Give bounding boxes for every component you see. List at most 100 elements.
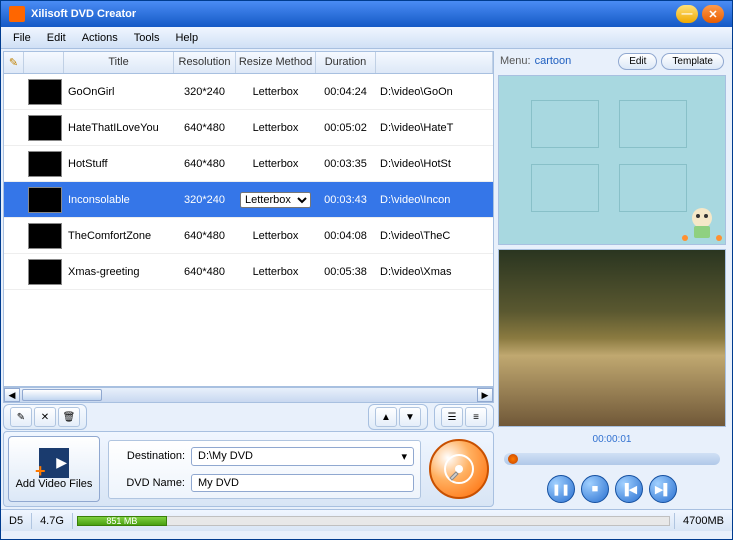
row-resolution: 320*240 — [174, 84, 236, 100]
col-duration[interactable]: Duration — [316, 52, 376, 73]
clear-button[interactable]: 🗑 — [58, 407, 80, 427]
status-bar: D5 4.7G 851 MB 4700MB — [1, 509, 732, 531]
row-duration: 00:04:24 — [316, 84, 376, 100]
table-row[interactable]: HotStuff640*480Letterbox00:03:35D:\video… — [4, 146, 493, 182]
col-edit-icon[interactable]: ✎ — [4, 52, 24, 73]
add-video-label: Add Video Files — [16, 478, 93, 490]
col-resize[interactable]: Resize Method — [236, 52, 316, 73]
row-marker — [4, 270, 24, 274]
chevron-down-icon: ▾ — [401, 450, 407, 463]
table-row[interactable]: HateThatILoveYou640*480Letterbox00:05:02… — [4, 110, 493, 146]
row-marker — [4, 126, 24, 130]
row-title: Inconsolable — [64, 192, 174, 208]
row-resize: Letterbox — [236, 120, 316, 136]
minimize-button[interactable]: — — [676, 5, 698, 23]
row-path: D:\video\Incon — [376, 192, 493, 208]
col-thumb — [24, 52, 64, 73]
video-grid: ✎ Title Resolution Resize Method Duratio… — [3, 51, 494, 387]
menu-edit-button[interactable]: Edit — [618, 53, 657, 70]
resize-select[interactable]: Letterbox — [240, 192, 311, 208]
row-resize: Letterbox — [236, 228, 316, 244]
plus-icon: + — [35, 461, 46, 482]
col-resolution[interactable]: Resolution — [174, 52, 236, 73]
row-duration: 00:03:43 — [316, 192, 376, 208]
burn-button[interactable] — [429, 439, 489, 499]
destination-label: Destination: — [115, 450, 185, 462]
playtime-display: 00:00:01 — [498, 431, 726, 447]
menu-name: cartoon — [535, 55, 572, 67]
table-row[interactable]: Inconsolable320*240Letterbox00:03:43D:\v… — [4, 182, 493, 218]
row-thumb — [24, 77, 64, 107]
table-row[interactable]: GoOnGirl320*240Letterbox00:04:24D:\video… — [4, 74, 493, 110]
row-title: Xmas-greeting — [64, 264, 174, 280]
destination-select[interactable]: D:\My DVD▾ — [191, 447, 414, 466]
next-button[interactable]: ▶▌ — [649, 475, 677, 503]
menubar: File Edit Actions Tools Help — [1, 27, 732, 49]
row-duration: 00:04:08 — [316, 228, 376, 244]
menu-tools[interactable]: Tools — [128, 30, 166, 46]
player-controls: ❚❚ ■ ▐◀ ▶▌ — [498, 471, 726, 507]
output-panel: + Add Video Files Destination: D:\My DVD… — [3, 431, 494, 507]
col-title[interactable]: Title — [64, 52, 174, 73]
h-scrollbar[interactable]: ◀ ▶ — [3, 387, 494, 403]
disc-type[interactable]: D5 — [1, 513, 32, 529]
table-row[interactable]: Xmas-greeting640*480Letterbox00:05:38D:\… — [4, 254, 493, 290]
stop-button[interactable]: ■ — [581, 475, 609, 503]
view-detail-button[interactable]: ≡ — [465, 407, 487, 427]
edit-item-button[interactable]: ✎ — [10, 407, 32, 427]
row-thumb — [24, 113, 64, 143]
scroll-left-icon[interactable]: ◀ — [4, 388, 20, 402]
grid-body: GoOnGirl320*240Letterbox00:04:24D:\video… — [4, 74, 493, 386]
menu-cell — [531, 100, 599, 148]
remove-item-button[interactable]: ✕ — [34, 407, 56, 427]
free-space — [167, 516, 670, 526]
row-resize[interactable]: Letterbox — [236, 190, 316, 210]
menu-panel: Menu: cartoon Edit Template — [498, 51, 726, 71]
film-icon: + — [39, 448, 69, 478]
add-video-button[interactable]: + Add Video Files — [8, 436, 100, 502]
disc-capacity: 4.7G — [32, 513, 73, 529]
scroll-thumb[interactable] — [22, 389, 102, 401]
video-player[interactable] — [498, 249, 726, 427]
menu-actions[interactable]: Actions — [76, 30, 124, 46]
move-up-button[interactable]: ▲ — [375, 407, 397, 427]
seek-bar[interactable] — [504, 453, 720, 465]
col-path[interactable] — [376, 52, 493, 73]
app-title: Xilisoft DVD Creator — [31, 8, 136, 20]
menu-cell — [619, 164, 687, 212]
close-button[interactable]: ✕ — [702, 5, 724, 23]
row-path: D:\video\HotSt — [376, 156, 493, 172]
prev-button[interactable]: ▐◀ — [615, 475, 643, 503]
row-path: D:\video\HateT — [376, 120, 493, 136]
row-resize: Letterbox — [236, 84, 316, 100]
used-space: 851 MB — [77, 516, 167, 526]
view-list-button[interactable]: ☰ — [441, 407, 463, 427]
move-down-button[interactable]: ▼ — [399, 407, 421, 427]
titlebar: Xilisoft DVD Creator — ✕ — [1, 1, 732, 27]
row-path: D:\video\TheC — [376, 228, 493, 244]
row-path: D:\video\Xmas — [376, 264, 493, 280]
table-row[interactable]: TheComfortZone640*480Letterbox00:04:08D:… — [4, 218, 493, 254]
menu-preview[interactable] — [498, 75, 726, 245]
menu-template-button[interactable]: Template — [661, 53, 724, 70]
row-title: TheComfortZone — [64, 228, 174, 244]
pause-button[interactable]: ❚❚ — [547, 475, 575, 503]
dvdname-input[interactable]: My DVD — [191, 474, 414, 492]
menu-help[interactable]: Help — [169, 30, 204, 46]
menu-cell — [619, 100, 687, 148]
menu-label: Menu: — [500, 55, 531, 67]
video-frame — [499, 250, 725, 426]
row-title: GoOnGirl — [64, 84, 174, 100]
row-duration: 00:05:38 — [316, 264, 376, 280]
row-thumb — [24, 185, 64, 215]
row-thumb — [24, 221, 64, 251]
dvdname-label: DVD Name: — [115, 477, 185, 489]
row-path: D:\video\GoOn — [376, 84, 493, 100]
scroll-right-icon[interactable]: ▶ — [477, 388, 493, 402]
menu-edit[interactable]: Edit — [41, 30, 72, 46]
menu-file[interactable]: File — [7, 30, 37, 46]
grid-toolbar: ✎ ✕ 🗑 ▲ ▼ ☰ ≡ — [3, 403, 494, 431]
seek-knob[interactable] — [508, 454, 518, 464]
row-resolution: 640*480 — [174, 264, 236, 280]
row-resize: Letterbox — [236, 264, 316, 280]
